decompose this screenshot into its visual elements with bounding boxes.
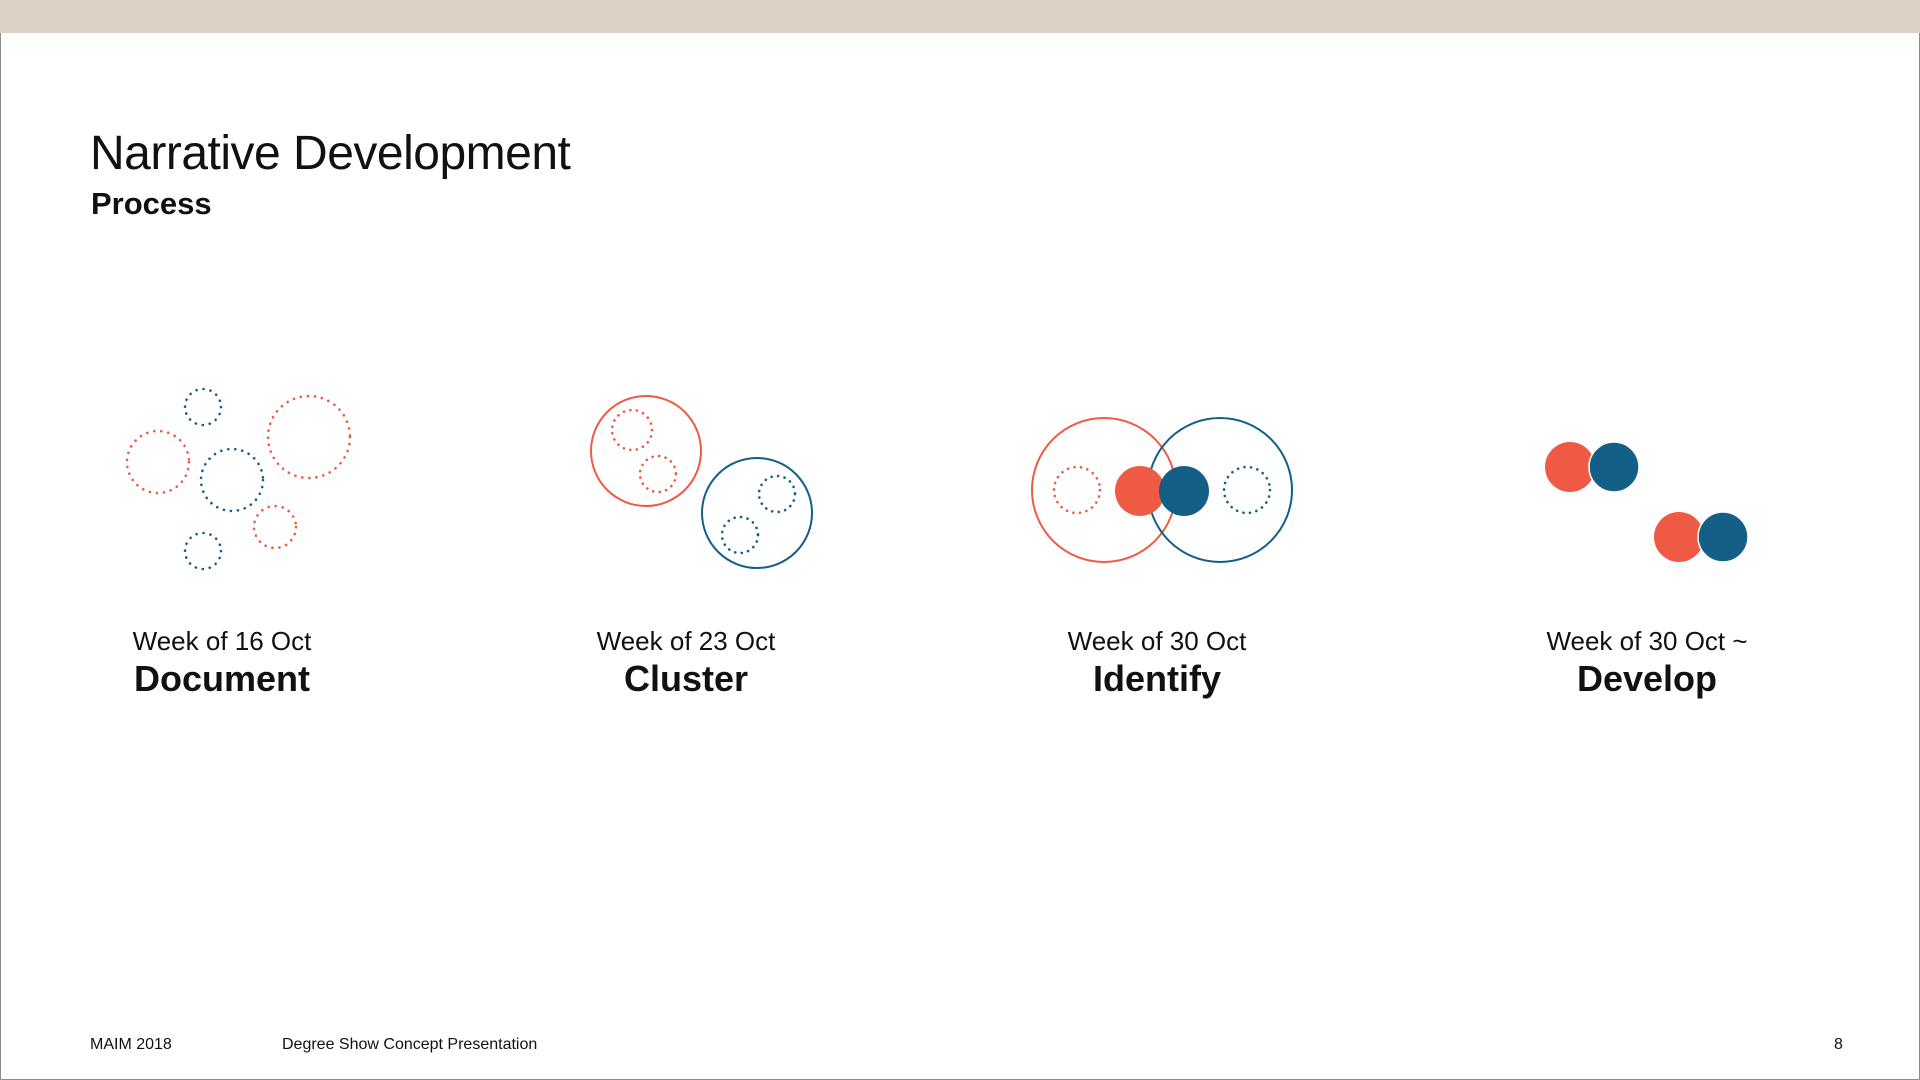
cluster-illustration (590, 395, 813, 569)
footer-left: MAIM 2018 (90, 1036, 172, 1053)
footer-center: Degree Show Concept Presentation (282, 1036, 538, 1053)
cluster-circle-red (590, 395, 702, 507)
dotted-circle-red (638, 454, 678, 494)
step-4-name: Develop (1576, 658, 1718, 699)
dotted-circle-blue (1222, 465, 1272, 515)
filled-dot-red (1654, 512, 1704, 562)
step-2-date: Week of 23 Oct (596, 626, 776, 656)
identify-illustration (1031, 417, 1293, 563)
step-3-name: Identify (1092, 658, 1221, 699)
dotted-circle-blue (757, 474, 797, 514)
dotted-circle-red (610, 408, 654, 452)
develop-illustration (1545, 441, 1749, 563)
dotted-circle-blue (183, 387, 223, 427)
dotted-circle-red (266, 394, 352, 480)
cluster-circle-blue (701, 457, 813, 569)
step-3-date: Week of 30 Oct (1067, 626, 1247, 656)
page-number: 8 (1834, 1036, 1843, 1053)
dotted-circle-blue (720, 515, 760, 555)
step-2-name: Cluster (623, 658, 749, 699)
document-illustration (125, 387, 352, 571)
filled-dot-red (1115, 466, 1165, 516)
filled-dot-blue (1159, 466, 1209, 516)
filled-dot-blue (1697, 511, 1749, 563)
dotted-circle-red (125, 429, 191, 495)
dotted-circle-red (1052, 465, 1102, 515)
step-4-date: Week of 30 Oct ~ (1546, 626, 1748, 656)
step-1-date: Week of 16 Oct (132, 626, 312, 656)
process-diagram (125, 387, 1749, 571)
dotted-circle-red (252, 504, 298, 550)
dotted-circle-blue (183, 531, 223, 571)
dotted-circle-blue (199, 447, 265, 513)
step-1-name: Document (133, 658, 310, 699)
filled-dot-blue (1588, 441, 1640, 493)
filled-dot-red (1545, 442, 1595, 492)
